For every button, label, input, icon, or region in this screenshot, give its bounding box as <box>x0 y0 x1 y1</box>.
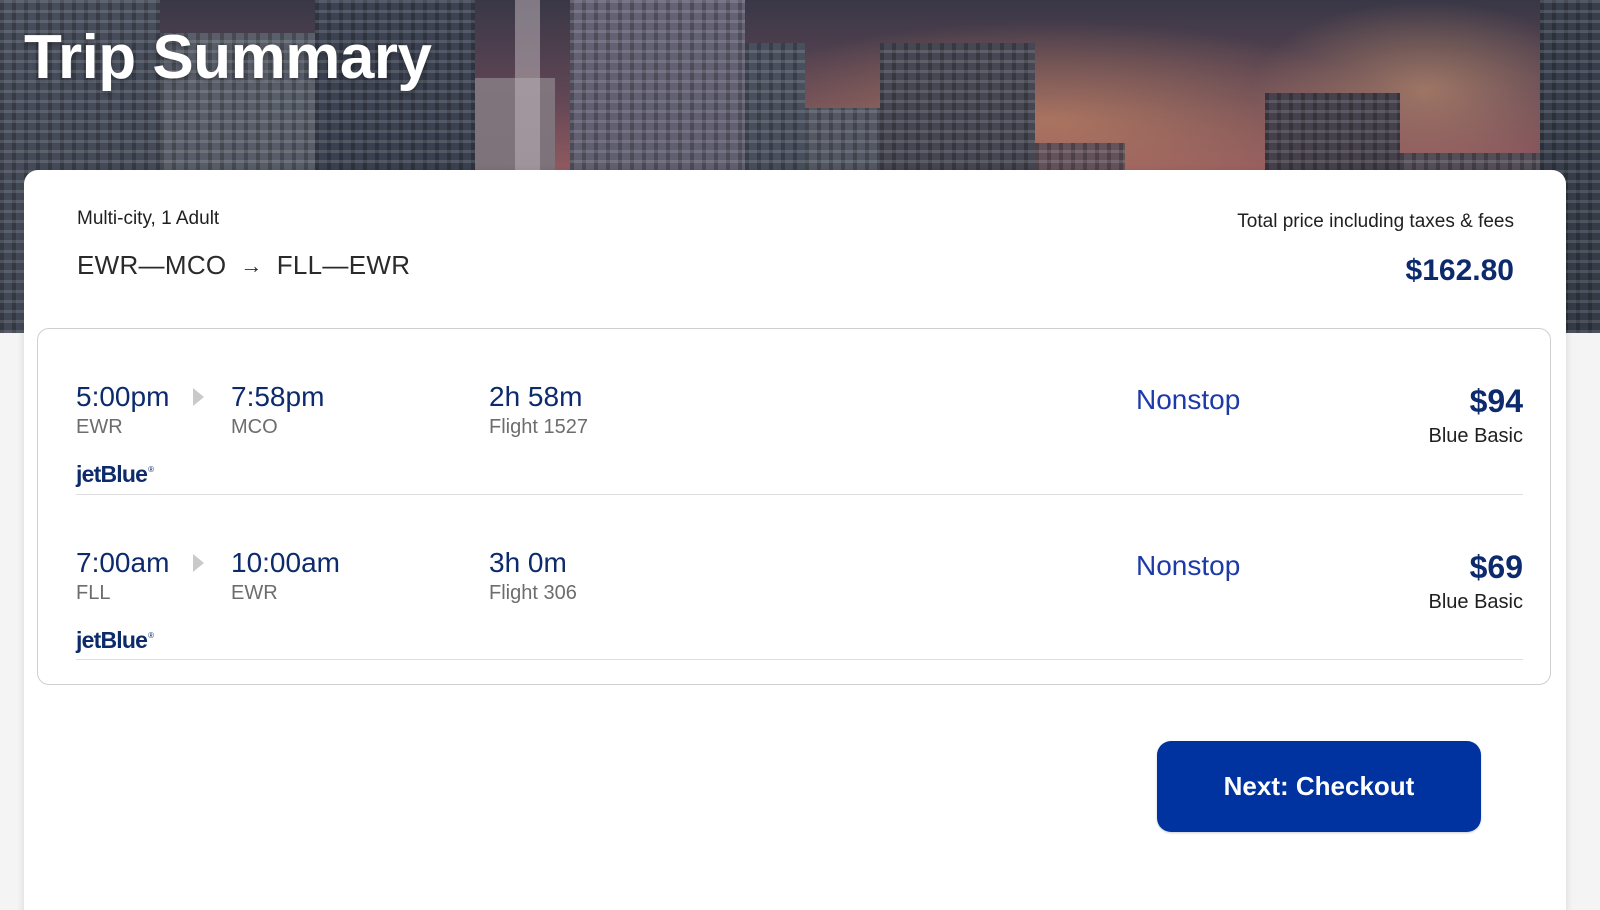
flight-row[interactable]: 5:00pm 7:58pm 2h 58m EWR MCO Flight 1527… <box>76 329 1523 495</box>
trip-summary-card: Multi-city, 1 Adult EWR—MCO → FLL—EWR To… <box>24 170 1566 910</box>
flight-duration: 2h 58m <box>489 381 583 412</box>
trip-type-label: Multi-city, 1 Adult <box>77 208 220 229</box>
arrival-time: 10:00am <box>231 547 340 578</box>
arrow-right-icon: → <box>240 252 263 278</box>
stops-label: Nonstop <box>1136 384 1241 415</box>
arrival-airport: EWR <box>231 582 278 604</box>
departure-time: 7:00am <box>76 547 170 578</box>
stops-label: Nonstop <box>1136 550 1241 581</box>
arrival-time: 7:58pm <box>231 381 325 412</box>
airline-name: jetBlue <box>76 627 148 653</box>
departure-time: 5:00pm <box>76 381 170 412</box>
total-price-label: Total price including taxes & fees <box>1237 211 1514 232</box>
play-triangle-icon <box>193 554 204 572</box>
route-leg-1: EWR—MCO <box>77 250 227 280</box>
flight-duration: 3h 0m <box>489 547 567 578</box>
arrival-airport: MCO <box>231 416 278 438</box>
page-title: Trip Summary <box>24 23 432 92</box>
next-checkout-button[interactable]: Next: Checkout <box>1157 741 1481 832</box>
fare-type: Blue Basic <box>1428 425 1524 447</box>
fare-price: $94 <box>1469 383 1523 419</box>
flight-number: Flight 1527 <box>489 416 588 438</box>
airline-name: jetBlue <box>76 461 148 487</box>
airline-logo: jetBlue® <box>76 627 154 653</box>
flights-list: 5:00pm 7:58pm 2h 58m EWR MCO Flight 1527… <box>37 328 1551 685</box>
route-leg-2: FLL—EWR <box>276 250 411 280</box>
fare-price: $69 <box>1469 549 1523 585</box>
flight-number: Flight 306 <box>489 582 577 604</box>
fare-type: Blue Basic <box>1428 591 1524 613</box>
flight-row[interactable]: 7:00am 10:00am 3h 0m FLL EWR Flight 306 … <box>76 495 1523 660</box>
total-price: $162.80 <box>1405 254 1514 287</box>
route-summary: EWR—MCO → FLL—EWR <box>77 250 410 281</box>
play-triangle-icon <box>193 388 204 406</box>
airline-logo: jetBlue® <box>76 461 154 487</box>
departure-airport: EWR <box>76 416 123 438</box>
departure-airport: FLL <box>76 582 111 604</box>
